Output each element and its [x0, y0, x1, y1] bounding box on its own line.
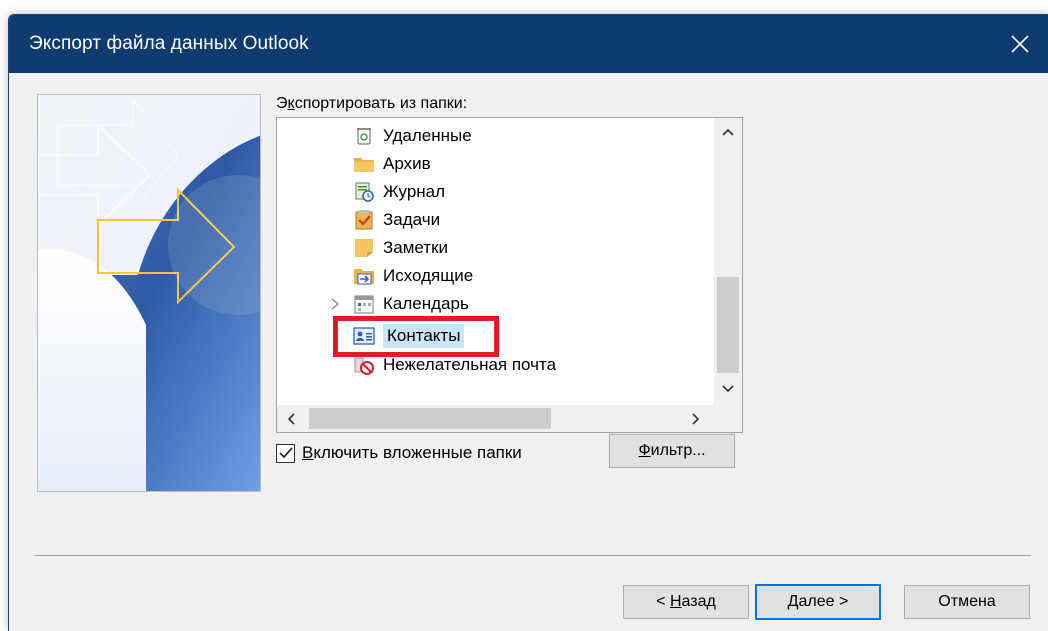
highlight-box — [333, 316, 499, 357]
scroll-right-button[interactable] — [682, 405, 710, 432]
close-icon — [1011, 35, 1029, 53]
title-bar: Экспорт файла данных Outlook — [9, 15, 1048, 73]
tree-item-calendar[interactable]: Календарь — [353, 290, 469, 318]
export-from-folder-label: Экспортировать из папки: — [276, 95, 468, 112]
calendar-icon — [354, 295, 374, 314]
tree-item-notes[interactable]: Заметки — [353, 234, 448, 262]
tree-item-outbox[interactable]: Исходящие — [353, 262, 473, 290]
tasks-icon — [355, 210, 373, 230]
chevron-left-icon — [287, 412, 295, 425]
deleted-items-icon — [357, 128, 371, 145]
chevron-down-icon — [722, 385, 734, 393]
scrollbar-corner — [714, 405, 742, 432]
chevron-right-icon — [692, 412, 700, 425]
scroll-up-button[interactable] — [714, 118, 742, 146]
export-dialog: Экспорт файла данных Outlook Экспортиров… — [8, 14, 1048, 631]
close-button[interactable] — [991, 15, 1048, 73]
scroll-down-button[interactable] — [714, 375, 742, 403]
tree-item-tasks[interactable]: Задачи — [353, 206, 440, 234]
wizard-banner-image — [37, 94, 261, 492]
tree-item-journal[interactable]: Журнал — [353, 178, 445, 206]
scroll-left-button[interactable] — [277, 405, 305, 432]
horizontal-scrollbar[interactable] — [277, 405, 742, 432]
tree-item-deleted[interactable]: Удаленные — [353, 122, 472, 150]
footer-divider — [35, 555, 1031, 556]
include-subfolders-checkbox[interactable]: Включить вложенные папки — [276, 443, 522, 463]
window-title: Экспорт файла данных Outlook — [29, 33, 309, 54]
checkmark-icon — [278, 447, 293, 459]
filter-button[interactable]: Фильтр... — [609, 434, 735, 468]
tree-item-archive[interactable]: Архив — [353, 150, 431, 178]
folder-icon — [354, 158, 374, 172]
chevron-up-icon — [722, 128, 734, 136]
horizontal-scroll-thumb[interactable] — [309, 408, 551, 429]
checkbox-box[interactable] — [276, 443, 295, 463]
notes-icon — [355, 239, 373, 257]
vertical-scrollbar[interactable] — [714, 118, 742, 406]
outbox-icon — [354, 269, 374, 285]
chevron-right-icon[interactable] — [329, 296, 341, 312]
journal-icon — [355, 182, 374, 202]
next-button[interactable]: Далее > — [755, 584, 881, 620]
folder-tree[interactable]: Удаленные Архив Журнал Задачи Заметки Ис… — [276, 117, 743, 433]
junk-mail-icon — [354, 357, 374, 375]
vertical-scroll-thumb[interactable] — [717, 277, 739, 373]
cancel-button[interactable]: Отмена — [904, 585, 1030, 619]
include-subfolders-label: Включить вложенные папки — [302, 443, 522, 462]
back-button[interactable]: < Назад — [623, 585, 749, 619]
